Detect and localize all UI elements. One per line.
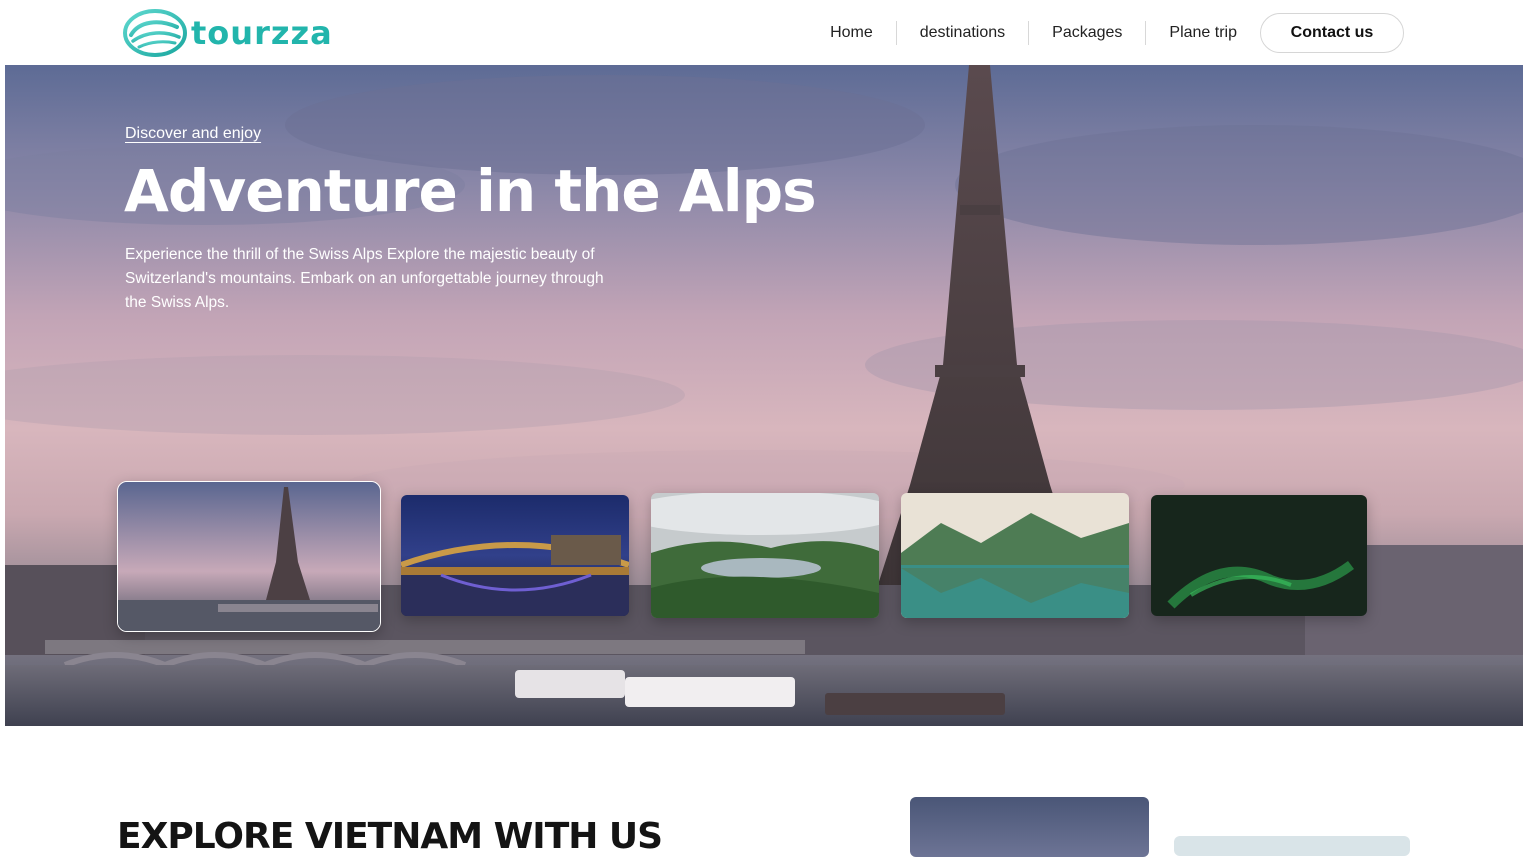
brand-name: tourzza xyxy=(191,14,333,52)
explore-feature-image-secondary[interactable] xyxy=(1174,836,1410,856)
hero-section: Discover and enjoy Adventure in the Alps… xyxy=(5,65,1523,726)
nav-packages[interactable]: Packages xyxy=(1029,21,1145,45)
crater-lake-image xyxy=(651,493,879,618)
thumbnail-eiffel-tower[interactable] xyxy=(117,481,381,632)
mountain-lake-image xyxy=(901,493,1129,618)
nav-home[interactable]: Home xyxy=(807,21,896,45)
bridge-night-image xyxy=(401,495,629,616)
brand-logo[interactable]: tourzza xyxy=(123,8,333,58)
destination-thumbnails xyxy=(5,65,1523,726)
swirl-logo-icon xyxy=(123,9,187,57)
nav-plane-trip[interactable]: Plane trip xyxy=(1146,21,1260,45)
site-header: tourzza Home destinations Packages Plane… xyxy=(0,0,1530,64)
thumbnail-northern-lights[interactable] xyxy=(1151,495,1367,616)
northern-lights-image xyxy=(1151,495,1367,616)
contact-us-button[interactable]: Contact us xyxy=(1260,13,1404,53)
main-nav: Home destinations Packages Plane trip Co… xyxy=(807,13,1404,53)
thumbnail-bridge-night[interactable] xyxy=(401,495,629,616)
explore-section-title: EXPLORE VIETNAM WITH US xyxy=(117,816,663,857)
thumbnail-crater-lake[interactable] xyxy=(651,493,879,618)
thumbnail-mountain-lake[interactable] xyxy=(901,493,1129,618)
nav-destinations[interactable]: destinations xyxy=(897,21,1028,45)
eiffel-tower-image xyxy=(118,482,380,631)
explore-feature-image[interactable] xyxy=(910,797,1149,857)
